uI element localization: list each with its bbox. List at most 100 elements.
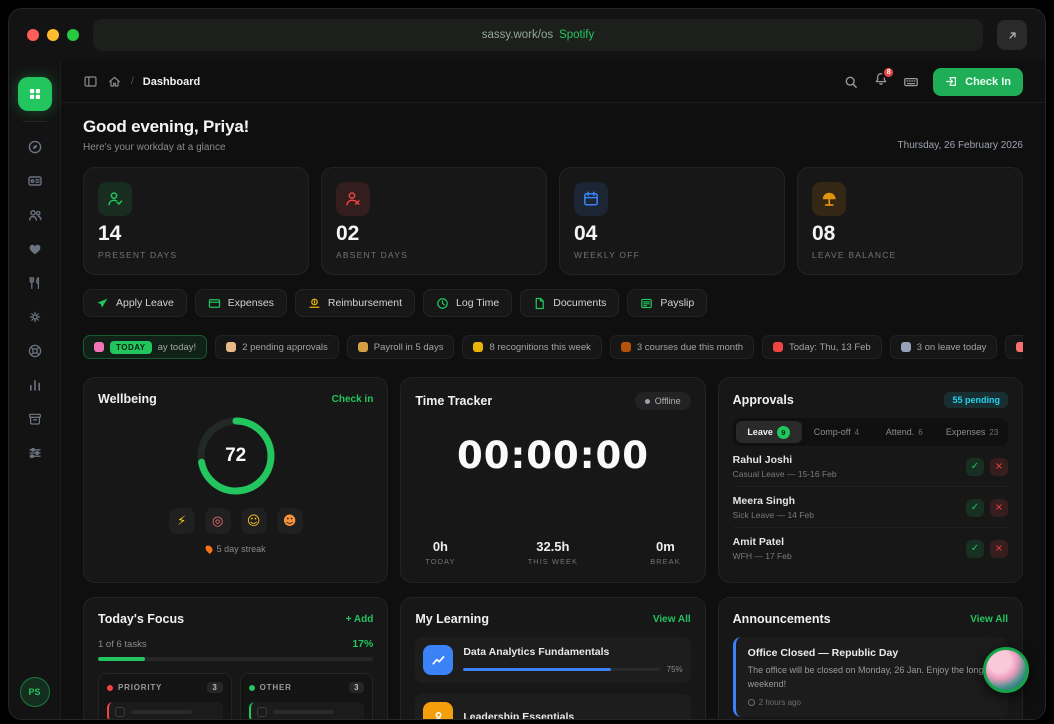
quick-actions: Apply Leave Expenses Reimbursement [83,289,1023,317]
reimbursement-button[interactable]: Reimbursement [295,289,415,317]
ticker-chip-courses[interactable]: 3 courses due this month [610,335,754,359]
ticker-chip-payroll[interactable]: Payroll in 5 days [347,335,455,359]
announcement-timestamp: 2 hours ago [759,698,801,707]
stat-card-present-days[interactable]: 14 PRESENT DAYS [83,167,309,275]
arrow-up-right-icon [1006,29,1019,42]
storage-icon[interactable] [27,411,43,427]
mood-yum-button[interactable]: ☻ [277,508,303,534]
tab-comp-off[interactable]: Comp-off 4 [804,421,870,443]
tab-leave[interactable]: Leave 9 [736,421,802,443]
chart-line-icon [423,645,453,675]
task-item[interactable] [249,702,365,719]
wellbeing-check-in-link[interactable]: Check in [332,394,374,405]
course-progress-percent: 75% [667,665,683,674]
reject-button[interactable]: × [990,458,1008,476]
approve-button[interactable]: ✓ [966,458,984,476]
approvals-card: Approvals 55 pending Leave 9 Comp-off [718,377,1023,583]
check-in-button[interactable]: Check In [933,68,1023,96]
team-icon[interactable] [27,207,43,223]
announcement-body: The office will be closed on Monday, 26 … [748,664,996,691]
minimize-window-button[interactable] [47,29,59,41]
approve-button[interactable]: ✓ [966,540,984,558]
cash-icon [308,297,321,310]
tab-expenses[interactable]: Expenses 23 [939,421,1005,443]
task-checkbox[interactable] [257,707,267,717]
task-item[interactable] [107,702,223,719]
screen: sassy.work/os Spotify [0,0,1054,724]
payslip-button[interactable]: Payslip [627,289,707,317]
requester-name: Meera Singh [733,495,814,507]
clock-icon [748,699,755,706]
open-external-button[interactable] [997,20,1027,50]
other-group: OTHER 3 [240,673,374,719]
streak-row: 5 day streak [98,544,373,554]
stat-card-absent-days[interactable]: 02 ABSENT DAYS [321,167,547,275]
learning-view-all-link[interactable]: View All [653,614,691,625]
reports-icon[interactable] [27,377,43,393]
wellbeing-title: Wellbeing [98,392,157,406]
stat-card-weekly-off[interactable]: 04 WEEKLY OFF [559,167,785,275]
compass-icon[interactable] [27,139,43,155]
login-arrow-icon [945,75,958,88]
search-icon[interactable] [843,74,859,90]
approve-button[interactable]: ✓ [966,499,984,517]
documents-button[interactable]: Documents [520,289,619,317]
sidebar-item-dashboard[interactable] [18,77,52,111]
other-dot-icon [249,685,255,691]
reject-button[interactable]: × [990,540,1008,558]
announcements-view-all-link[interactable]: View All [970,614,1008,625]
preferences-sliders-icon[interactable] [27,445,43,461]
mood-happy-button[interactable]: ☺ [241,508,267,534]
ticker-chip-today-date[interactable]: Today: Thu, 13 Feb [762,335,882,359]
user-avatar[interactable]: PS [20,677,50,707]
log-time-button[interactable]: Log Time [423,289,512,317]
stat-card-leave-balance[interactable]: 08 LEAVE BALANCE [797,167,1023,275]
heart-icon[interactable] [27,241,43,257]
zoom-window-button[interactable] [67,29,79,41]
reject-button[interactable]: × [990,499,1008,517]
expenses-button[interactable]: Expenses [195,289,287,317]
tracker-status-pill[interactable]: Offline [635,392,691,410]
announcement-item[interactable]: Office Closed — Republic Day The office … [733,637,1008,717]
close-window-button[interactable] [27,29,39,41]
notifications-button[interactable]: 8 [873,71,889,92]
page-title: Good evening, Priya! [83,117,249,137]
ticker-chip-approvals[interactable]: 2 pending approvals [215,335,339,359]
streak-text: 5 day streak [217,544,266,554]
ticker-chip-recognitions[interactable]: 8 recognitions this week [462,335,601,359]
ticker-chip-on-leave[interactable]: 3 on leave today [890,335,998,359]
apply-leave-button[interactable]: Apply Leave [83,289,187,317]
home-icon[interactable] [107,74,122,89]
course-item[interactable]: Leadership Essentials [415,694,690,719]
sidebar-toggle-icon[interactable] [83,74,98,89]
calendar-icon [773,342,783,352]
news-ticker: TODAY ay today! 2 pending approvals Payr… [83,335,1023,359]
task-checkbox[interactable] [115,707,125,717]
stat-label: WEEKLY OFF [574,250,770,260]
stat-value: 14 [98,222,294,246]
mood-energy-button[interactable]: ⚡ [169,508,195,534]
sidebar: PS [9,61,61,719]
stat-value: 04 [574,222,770,246]
tab-attendance[interactable]: Attend. 6 [871,421,937,443]
id-card-icon[interactable] [27,173,43,189]
assistant-avatar[interactable] [983,647,1029,693]
address-bar[interactable]: sassy.work/os Spotify [93,19,983,51]
course-item[interactable]: Data Analytics Fundamentals 75% [415,637,690,683]
request-detail: Casual Leave — 15-16 Feb [733,469,837,479]
add-task-button[interactable]: + Add [346,614,374,625]
notification-badge: 8 [882,66,895,79]
target-icon [1016,342,1023,352]
keyboard-shortcuts-icon[interactable] [903,74,919,90]
support-icon[interactable] [27,343,43,359]
settings-gear-icon[interactable] [27,309,43,325]
ticker-chip-sprint[interactable]: Sprint Review at 11 AM [1005,335,1023,359]
meals-icon[interactable] [27,275,43,291]
ticker-chip-birthday[interactable]: TODAY ay today! [83,335,207,359]
document-icon [533,297,546,310]
calendar-icon [574,182,608,216]
mood-target-button[interactable]: ◎ [205,508,231,534]
announcement-title: Office Closed — Republic Day [748,647,996,659]
priority-group: PRIORITY 3 [98,673,232,719]
task-text-placeholder [131,710,192,714]
